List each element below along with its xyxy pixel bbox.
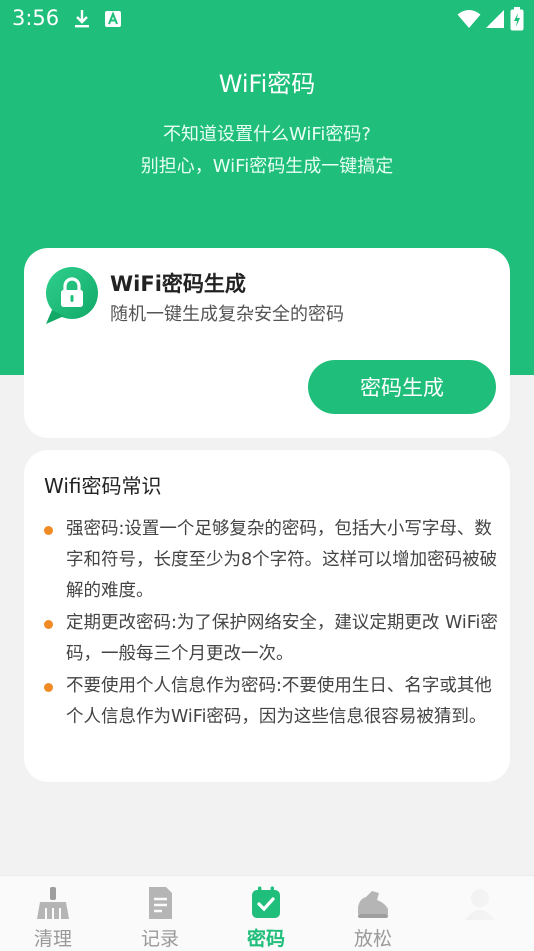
nav-label: 清理 bbox=[33, 928, 72, 950]
generate-password-button[interactable]: 密码生成 bbox=[308, 360, 496, 414]
bullet-dot-icon bbox=[44, 620, 53, 629]
wifi-icon bbox=[457, 10, 481, 28]
nav-label: 记录 bbox=[140, 928, 179, 950]
nav-label: 密码 bbox=[246, 928, 285, 950]
nav-item-relax[interactable]: 放松 bbox=[320, 876, 426, 951]
lock-chat-icon bbox=[46, 267, 98, 324]
signal-icon bbox=[486, 10, 504, 28]
battery-icon bbox=[510, 7, 524, 31]
tip-text: 强密码:设置一个足够复杂的密码，包括大小写字母、数字和符号，长度至少为8个字符。… bbox=[66, 519, 498, 601]
bullet-dot-icon bbox=[44, 526, 53, 535]
nav-item-profile[interactable] bbox=[427, 876, 533, 951]
status-time: 3:56 bbox=[12, 6, 60, 30]
broom-icon bbox=[37, 887, 69, 919]
avatar-icon bbox=[465, 889, 495, 920]
bottom-nav: 清理 记录 密码 放松 bbox=[0, 875, 534, 951]
generator-description: 随机一键生成复杂安全的密码 bbox=[110, 304, 344, 325]
calendar-check-icon bbox=[252, 886, 280, 918]
wifi-tips-card: Wifi密码常识 强密码:设置一个足够复杂的密码，包括大小写字母、数字和符号，长… bbox=[24, 450, 510, 782]
header-subtitle-line1: 不知道设置什么WiFi密码? bbox=[162, 124, 371, 145]
generator-title: WiFi密码生成 bbox=[110, 272, 246, 296]
sneaker-icon bbox=[358, 891, 388, 918]
password-generator-card: WiFi密码生成 随机一键生成复杂安全的密码 密码生成 bbox=[24, 248, 510, 438]
nav-item-password[interactable]: 密码 bbox=[213, 876, 319, 951]
font-a-icon bbox=[105, 11, 121, 27]
tip-text: 不要使用个人信息作为密码:不要使用生日、名字或其他个人信息作为WiFi密码，因为… bbox=[66, 676, 492, 727]
nav-item-records[interactable]: 记录 bbox=[107, 876, 213, 951]
page-title: WiFi密码 bbox=[218, 70, 316, 98]
document-icon bbox=[149, 887, 172, 919]
bullet-dot-icon bbox=[44, 683, 53, 692]
nav-label: 放松 bbox=[353, 928, 392, 950]
nav-item-clean[interactable]: 清理 bbox=[0, 876, 106, 951]
header-subtitle-line2: 别担心，WiFi密码生成一键搞定 bbox=[140, 156, 394, 177]
download-icon bbox=[75, 10, 89, 28]
status-bar: 3:56 bbox=[0, 0, 534, 40]
tip-text: 定期更改密码:为了保护网络安全，建议定期更改 WiFi密码，一般每三个月更改一次… bbox=[66, 613, 498, 664]
tips-title: Wifi密码常识 bbox=[44, 474, 162, 498]
